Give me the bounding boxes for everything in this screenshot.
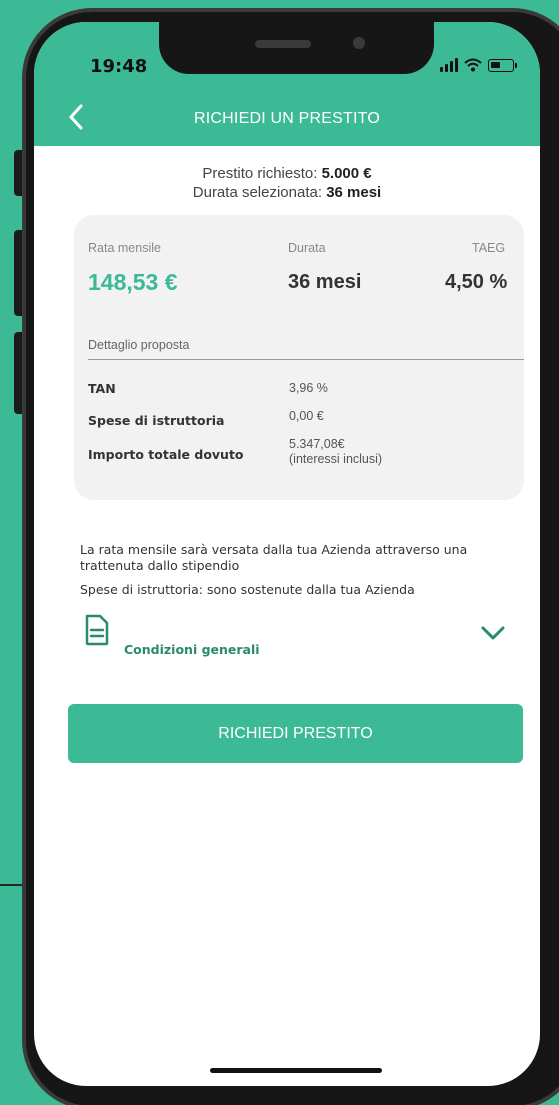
totale-value: 5.347,08€ — [289, 437, 345, 451]
status-icons — [440, 58, 517, 72]
amount-label: Prestito richiesto: — [202, 165, 318, 182]
phone-notch — [159, 22, 434, 74]
conditions-label: Condizioni generali — [124, 642, 260, 657]
amount-line: Prestito richiesto: 5.000 € — [34, 164, 540, 183]
duration-value: 36 mesi — [326, 184, 382, 201]
speaker — [255, 40, 311, 48]
request-loan-button[interactable]: RICHIEDI PRESTITO — [68, 704, 523, 763]
detail-title: Dettaglio proposta — [88, 338, 190, 352]
duration-label: Durata selezionata: — [192, 184, 323, 201]
proposal-card: Rata mensile Durata TAEG 148,53 € 36 mes… — [74, 215, 524, 500]
totale-value-block: 5.347,08€ (interessi inclusi) — [289, 437, 382, 467]
conditions-accordion[interactable]: Condizioni generali — [80, 614, 520, 664]
loan-summary: Prestito richiesto: 5.000 € Durata selez… — [34, 164, 540, 202]
taeg-label: TAEG — [472, 241, 506, 255]
info-text-rata: La rata mensile sarà versata dalla tua A… — [80, 542, 468, 573]
document-icon — [85, 614, 109, 646]
totale-note: (interessi inclusi) — [289, 452, 383, 466]
taeg-value: 4,50 % — [445, 271, 508, 293]
totale-label: Importo totale dovuto — [88, 447, 244, 462]
spese-value: 0,00 € — [289, 409, 324, 423]
info-text-spese: Spese di istruttoria: sono sostenute dal… — [80, 582, 415, 597]
page-title: RICHIEDI UN PRESTITO — [194, 110, 380, 127]
tan-value: 3,96 % — [289, 381, 328, 395]
app-screen: 19:48 RICHIEDI UN PRESTITO Prestito rich… — [34, 22, 540, 1086]
wifi-icon — [464, 58, 482, 72]
durata-label: Durata — [288, 241, 326, 255]
rata-value: 148,53 € — [88, 269, 178, 295]
divider — [88, 359, 524, 360]
tan-label: TAN — [88, 381, 116, 396]
chevron-down-icon[interactable] — [480, 624, 506, 642]
rata-label: Rata mensile — [88, 241, 161, 255]
duration-line: Durata selezionata: 36 mesi — [34, 183, 540, 202]
signal-icon — [440, 58, 458, 72]
spese-label: Spese di istruttoria — [88, 413, 225, 428]
home-indicator — [210, 1068, 382, 1073]
durata-value: 36 mesi — [288, 271, 362, 293]
front-camera — [353, 37, 365, 49]
battery-icon — [488, 59, 517, 72]
amount-value: 5.000 € — [321, 165, 372, 182]
status-time: 19:48 — [90, 56, 148, 77]
